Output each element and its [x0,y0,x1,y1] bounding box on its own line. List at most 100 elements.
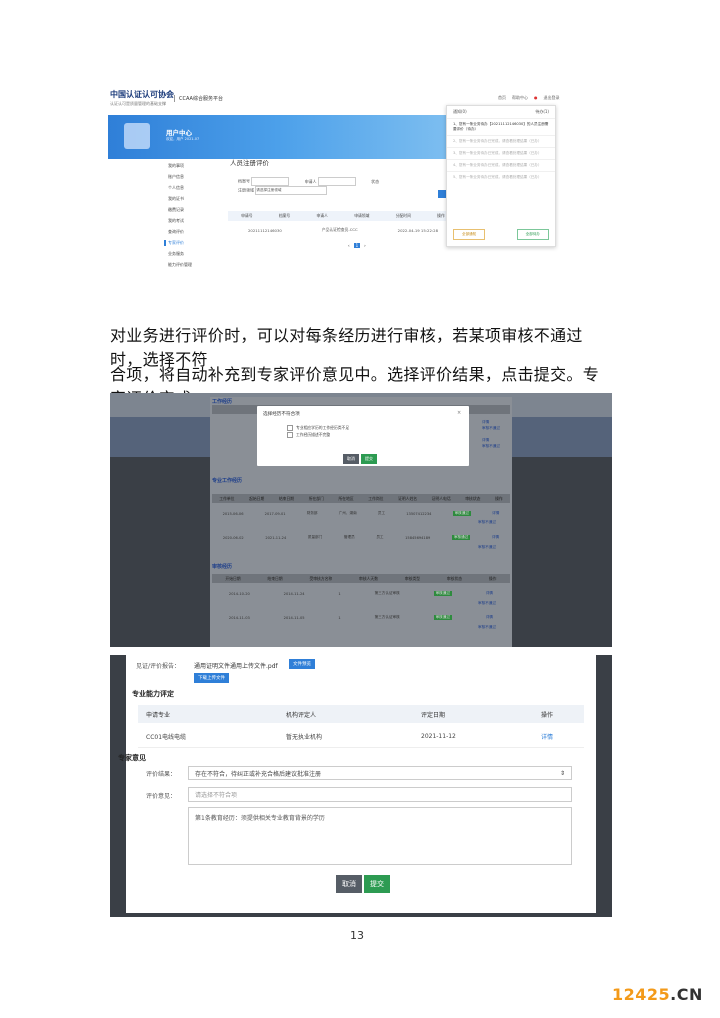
sidebar-item[interactable]: 能力评价管理 [168,262,192,268]
table-row[interactable]: 20211112146030 产品认证检查员-CCC 2022-04-19 15… [228,225,458,235]
report-file: 通用证明文件通用上传文件.pdf [194,663,278,670]
opinion-textarea[interactable]: 第1条教育经历：须提供相关专业教育背景的学历 [188,807,572,865]
close-icon[interactable]: × [457,410,461,416]
option-checkbox[interactable]: 工作经历描述不完整 [287,432,330,438]
sidebar-item[interactable]: 业务服务 [168,251,192,257]
top-link-home[interactable]: 首页 [498,95,506,101]
cell: 员工 [377,511,386,515]
status-badge: 审核通过 [451,535,471,540]
filter-label: 申请人 [304,178,317,184]
opinion-input[interactable]: 请选择不符合项 [188,787,572,802]
list-item[interactable]: 2、您有一条业务待办已完成，请查看处理结果（已办） [447,135,555,147]
cell: 2015-06-06 [222,511,244,516]
option-checkbox[interactable]: 专业相应学历的工作经历类不足 [287,425,349,431]
filter-label: 档案号 [238,178,250,184]
pagination: ‹ 1 › [348,243,366,248]
archive-input[interactable] [251,177,290,186]
submit-button[interactable]: 提交 [361,454,377,464]
chevron-updown-icon: ⇕ [559,769,565,777]
col-header: 操作 [541,711,554,719]
sidebar-item[interactable]: 缴费记录 [168,207,192,213]
col-header: 证明人电话 [431,495,451,501]
result-value: 存在不符合，待纠正或补充合格后建议批准注册 [195,770,322,778]
col-header: 档案号 [278,213,291,218]
detail-link[interactable]: 详情 [492,535,499,540]
next-icon[interactable]: › [364,243,366,248]
submit-button[interactable]: 提交 [364,875,390,893]
sidebar-item[interactable]: 我的证书 [168,196,192,202]
list-item[interactable]: 5、您有一条业务待办已完成，请查看处理结果（已办） [447,171,555,183]
cell: 2021-11-12 [421,732,456,740]
col-header: 评定日期 [421,711,446,719]
tab-notice[interactable]: 通知(0) [453,109,467,115]
file-preview-button[interactable]: 文件预览 [289,659,315,669]
col-header: 证明人姓名 [398,495,418,501]
download-button[interactable]: 下载上传文件 [194,673,229,683]
sidebar-item[interactable]: 我的考试 [168,218,192,224]
table-row: 2014-10-20 2014-11-24 1 第三方认证审核 审核通过 详情 [212,589,510,598]
status-badge: 审核通过 [433,615,452,620]
page-number: 13 [350,929,364,942]
checkbox-icon[interactable] [287,432,293,438]
watermark-number: 12425 [612,985,671,1004]
col-header: 审核人天数 [359,575,379,581]
col-header: 审核类型 [404,575,421,581]
reject-link[interactable]: 审核不通过 [482,425,500,431]
result-label: 评价结果： [146,771,177,778]
nonconformity-modal: 选择经历不符合项 × 专业相应学历的工作经历类不足 工作经历描述不完整 取消 提… [257,406,469,466]
dropdown-tabs: 通知(0) 待办(1) [447,106,555,118]
reject-link[interactable]: 审核不通过 [478,545,496,550]
cancel-button[interactable]: 取消 [336,875,362,893]
col-header: 申请领域 [354,213,370,218]
all-todos-button[interactable]: 全部待办 [516,229,549,240]
detail-link[interactable]: 详情 [486,591,493,596]
col-header: 操作 [495,495,503,501]
cell: 财务部 [306,511,318,515]
user-info: 欢迎，用户 2021-07 [166,137,200,141]
applicant-input[interactable] [317,177,356,186]
screenshot-nonconformity-modal: 工作经历 工作单位 操作 详情 审核不通过 详情 审核不通过 专业工作经历 工作… [110,393,612,647]
modal-title: 选择经历不符合项 [263,412,300,417]
col-header: 操作 [437,213,445,218]
detail-link[interactable]: 详情 [486,615,493,620]
list-item[interactable]: 3、您有一条业务待办已完成，请查看处理结果（已办） [447,147,555,159]
top-link-help[interactable]: 帮助中心 [512,95,528,101]
platform-name: CCAA综合服务平台 [174,95,223,102]
reject-link[interactable]: 审核不通过 [478,601,496,606]
sidebar-item[interactable]: 我的事项 [168,163,192,169]
user-center-banner [108,115,448,159]
site-watermark: 12425.CN [612,985,703,1004]
list-item[interactable]: 1、您有一条业务待办【20211112146030】的人员注册需要评价（待办） [447,118,555,135]
detail-link[interactable]: 详情 [541,732,584,741]
reject-link[interactable]: 审核不通过 [478,625,496,630]
list-item[interactable]: 4、您有一条业务待办已完成，请查看处理结果（已办） [447,159,555,171]
col-header: 申请人 [316,213,328,218]
sidebar-item[interactable]: 账户信息 [168,174,192,180]
top-link-logout[interactable]: 退出登录 [544,95,560,101]
checkbox-icon[interactable] [287,425,293,431]
cell: 管理员 [343,535,355,539]
reject-link[interactable]: 审核不通过 [478,520,496,525]
cell: 2020-06-02 [222,535,244,540]
field-select[interactable]: 请选择注册领域 [255,186,328,195]
notification-dropdown: 通知(0) 待办(1) 1、您有一条业务待办【20211112146030】的人… [446,105,556,247]
col-header: 所在部门 [308,495,324,501]
page-current[interactable]: 1 [353,243,361,248]
prev-icon[interactable]: ‹ [348,243,350,248]
bell-icon[interactable]: ● [534,95,538,101]
detail-link[interactable]: 详情 [492,511,499,516]
option-label: 专业相应学历的工作经历类不足 [296,425,350,430]
sidebar-item[interactable]: 查询评价 [168,229,192,235]
sidebar-item-expert-review[interactable]: 专家评价 [164,240,192,246]
col-header: 受审核方名称 [309,575,333,581]
cancel-button[interactable]: 取消 [343,454,359,464]
expert-opinion-card: 见证/评价报告： 通用证明文件通用上传文件.pdf 文件预览 下载上传文件 专业… [118,655,596,913]
screenshot-user-center: 中国认证认可协会 认证认可是质量管理的基础支撑 CCAA综合服务平台 首页 帮助… [108,85,613,285]
work-links: 详情 审核不通过 详情 审核不通过 [482,419,500,449]
user-center-title: 用户中心 [166,129,192,137]
tab-todo[interactable]: 待办(1) [535,109,549,115]
sidebar-item[interactable]: 个人信息 [168,185,192,191]
reject-link[interactable]: 审核不通过 [482,443,500,449]
all-notices-button[interactable]: 全部通知 [453,229,486,240]
result-select[interactable]: 存在不符合，待纠正或补充合格后建议批准注册 ⇕ [188,766,572,780]
